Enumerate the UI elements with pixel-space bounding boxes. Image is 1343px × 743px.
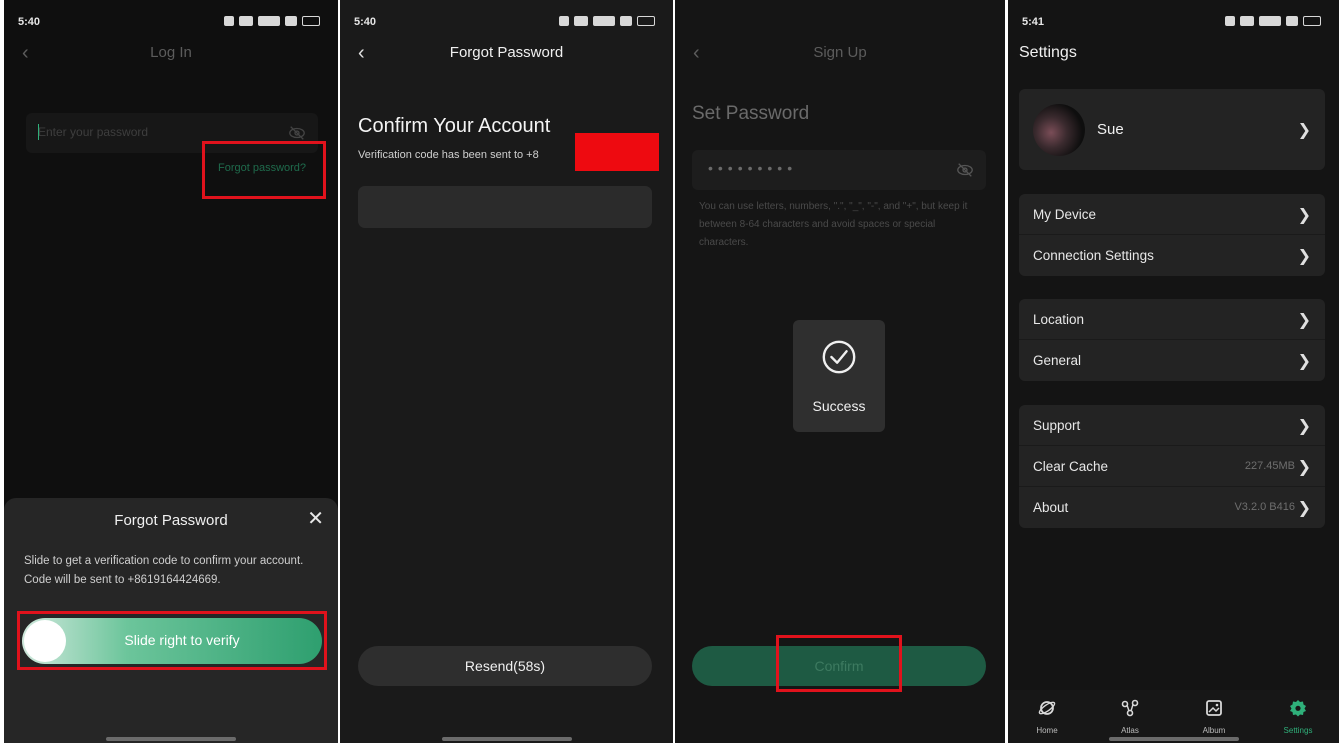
home-indicator: [441, 737, 572, 741]
version-value: V3.2.0 B416: [1234, 501, 1295, 513]
chevron-right-icon: ❯: [1297, 248, 1311, 265]
settings-item-label: Clear Cache: [1033, 459, 1109, 474]
password-hint: You can use letters, numbers, ".", "_", …: [699, 201, 968, 248]
settings-item-label: Support: [1033, 418, 1081, 433]
tab-label: Settings: [1283, 726, 1313, 735]
status-icons: [1225, 16, 1321, 26]
username: Sue: [1097, 121, 1124, 138]
tab-settings[interactable]: Settings: [1268, 698, 1328, 735]
status-icons: [559, 16, 655, 26]
eye-off-icon[interactable]: [956, 161, 974, 179]
sheet-description: Slide to get a verification code to conf…: [24, 555, 304, 586]
settings-item-label: My Device: [1033, 207, 1097, 222]
settings-screen: 5:41 Settings Sue ❯ My Device ❯ Connecti…: [1008, 0, 1339, 743]
redaction-block: [575, 133, 659, 171]
settings-item-label: General: [1033, 353, 1082, 368]
verification-notice: Verification code has been sent to +8: [358, 149, 539, 161]
tab-home[interactable]: Home: [1017, 698, 1077, 735]
verification-code-input[interactable]: [358, 186, 652, 228]
eye-off-icon[interactable]: [288, 124, 306, 142]
chevron-right-icon: ❯: [1297, 207, 1311, 224]
settings-item-general[interactable]: General ❯: [1019, 340, 1325, 381]
check-circle-icon: [822, 340, 856, 374]
tab-label: Atlas: [1121, 726, 1139, 735]
set-password-screen: ‹ Sign Up Set Password ••••••••• You can…: [675, 0, 1005, 743]
nodes-icon: [1121, 699, 1139, 717]
status-bar: 5:40: [340, 16, 673, 34]
settings-item-label: Location: [1033, 312, 1085, 327]
new-password-input[interactable]: •••••••••: [692, 150, 986, 190]
chevron-right-icon: ❯: [1297, 418, 1311, 435]
settings-item-clear-cache[interactable]: Clear Cache 227.45MB ❯: [1019, 446, 1325, 487]
status-icons: [224, 16, 320, 26]
tab-atlas[interactable]: Atlas: [1100, 698, 1160, 735]
page-title: Log In: [150, 44, 192, 61]
chevron-right-icon: ❯: [1297, 122, 1311, 139]
password-placeholder: Enter your password: [38, 125, 149, 139]
status-time: 5:40: [18, 16, 41, 28]
avatar: [1033, 104, 1085, 156]
bottom-tab-bar: Home Atlas Album Settings: [1008, 690, 1339, 743]
gear-icon: [1290, 700, 1306, 717]
sheet-title: Forgot Password: [114, 512, 228, 529]
settings-item-location[interactable]: Location ❯: [1019, 299, 1325, 340]
settings-group-device: My Device ❯ Connection Settings ❯: [1019, 194, 1325, 276]
image-icon: [1206, 700, 1222, 716]
planet-icon: [1038, 701, 1056, 715]
resend-button[interactable]: Resend(58s): [358, 646, 652, 686]
settings-item-label: Connection Settings: [1033, 248, 1154, 263]
profile-card[interactable]: Sue ❯: [1019, 89, 1325, 170]
tab-label: Home: [1036, 726, 1058, 735]
status-bar: 5:41: [1008, 16, 1339, 34]
password-mask: •••••••••: [708, 160, 798, 176]
highlight-box: [17, 611, 327, 670]
chevron-right-icon: ❯: [1297, 500, 1311, 517]
settings-group-support: Support ❯ Clear Cache 227.45MB ❯ About V…: [1019, 405, 1325, 528]
status-bar: [675, 16, 1005, 34]
login-screen: 5:40 ‹ Log In Enter your password Forgot…: [4, 0, 338, 743]
tab-album[interactable]: Album: [1184, 698, 1244, 735]
close-icon[interactable]: ✕: [307, 506, 324, 531]
settings-item-my-device[interactable]: My Device ❯: [1019, 194, 1325, 235]
status-bar: 5:40: [4, 16, 338, 34]
page-title: Settings: [1019, 44, 1077, 61]
highlight-box: [202, 141, 326, 199]
settings-item-connection[interactable]: Connection Settings ❯: [1019, 235, 1325, 276]
chevron-right-icon: ❯: [1297, 312, 1311, 329]
chevron-right-icon: ❯: [1297, 459, 1311, 476]
tab-label: Album: [1202, 726, 1226, 735]
home-indicator: [1108, 737, 1239, 741]
settings-group-general: Location ❯ General ❯: [1019, 299, 1325, 381]
set-password-heading: Set Password: [692, 103, 810, 124]
cache-size-value: 227.45MB: [1244, 460, 1295, 472]
forgot-password-sheet: Forgot Password ✕ Slide to get a verific…: [4, 498, 338, 743]
success-toast: Success: [793, 320, 885, 432]
page-title: Sign Up: [813, 44, 867, 61]
highlight-box: [776, 635, 902, 692]
status-time: 5:41: [1022, 16, 1045, 28]
forgot-password-screen: 5:40 ‹ Forgot Password Confirm Your Acco…: [340, 0, 673, 743]
confirm-heading: Confirm Your Account: [358, 115, 551, 137]
settings-item-support[interactable]: Support ❯: [1019, 405, 1325, 446]
settings-item-label: About: [1033, 500, 1069, 515]
status-time: 5:40: [354, 16, 377, 28]
page-title: Forgot Password: [449, 44, 564, 61]
toast-label: Success: [812, 398, 866, 414]
home-indicator: [106, 737, 236, 741]
settings-item-about[interactable]: About V3.2.0 B416 ❯: [1019, 487, 1325, 528]
chevron-right-icon: ❯: [1297, 353, 1311, 370]
